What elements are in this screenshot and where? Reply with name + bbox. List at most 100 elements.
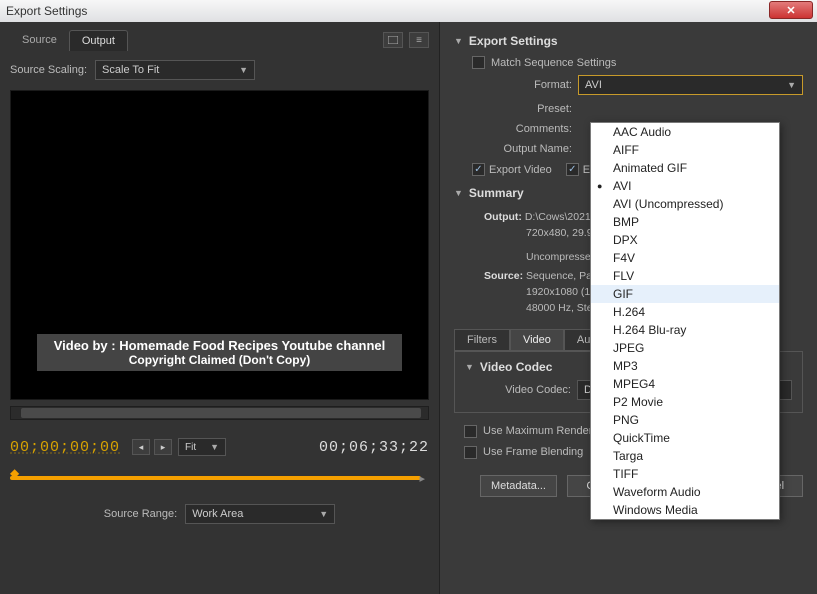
summary-output-path: D:\Cows\2021	[525, 211, 591, 223]
format-option[interactable]: P2 Movie	[591, 393, 779, 411]
format-option[interactable]: MPEG4	[591, 375, 779, 393]
format-option-label: AIFF	[613, 143, 639, 157]
format-option-label: AVI (Uncompressed)	[613, 197, 723, 211]
video-preview: Video by : Homemade Food Recipes Youtube…	[10, 90, 429, 400]
format-option[interactable]: AVI (Uncompressed)	[591, 195, 779, 213]
format-option-label: DPX	[613, 233, 638, 247]
max-render-checkbox[interactable]	[464, 425, 477, 438]
tab-source[interactable]: Source	[10, 30, 69, 50]
format-option-label: Targa	[613, 449, 643, 463]
format-dropdown-list[interactable]: AAC Audio AIFF Animated GIF ● AVI AVI (Uncomp…	[590, 122, 780, 520]
format-option-label: JPEG	[613, 341, 644, 355]
overlay-line1: Video by : Homemade Food Recipes Youtube…	[45, 338, 394, 353]
aspect-icon[interactable]	[383, 32, 403, 48]
timeline-end-marker[interactable]: ▸	[419, 472, 425, 485]
export-settings-header: Export Settings	[469, 34, 558, 48]
comments-label: Comments:	[472, 123, 572, 135]
step-back-button[interactable]: ◂	[132, 439, 150, 455]
chevron-down-icon: ▼	[319, 509, 328, 519]
timeline[interactable]: ◆ ▸	[10, 466, 429, 490]
source-range-value: Work Area	[192, 508, 243, 520]
close-button[interactable]: ✕	[769, 1, 813, 19]
format-label: Format:	[472, 79, 572, 91]
selected-bullet-icon: ●	[597, 181, 602, 191]
format-option[interactable]: JPEG	[591, 339, 779, 357]
current-timecode[interactable]: 00;00;00;00	[10, 439, 120, 456]
video-codec-label: Video Codec:	[471, 384, 571, 396]
format-option-label: GIF	[613, 287, 633, 301]
zoom-fit-dropdown[interactable]: Fit ▼	[178, 438, 226, 456]
frame-blending-label: Use Frame Blending	[483, 446, 583, 458]
export-video-label: Export Video	[489, 164, 552, 176]
window-title: Export Settings	[6, 4, 87, 18]
format-option-label: Animated GIF	[613, 161, 687, 175]
titlebar: Export Settings ✕	[0, 0, 817, 22]
match-sequence-checkbox[interactable]	[472, 56, 485, 69]
format-option[interactable]: GIF	[591, 285, 779, 303]
export-audio-checkbox[interactable]	[566, 163, 579, 176]
zoom-fit-value: Fit	[185, 442, 196, 453]
format-option[interactable]: QuickTime	[591, 429, 779, 447]
tab-output[interactable]: Output	[69, 30, 128, 51]
disclosure-icon[interactable]: ▼	[465, 362, 474, 372]
format-option-label: MPEG4	[613, 377, 655, 391]
format-option[interactable]: BMP	[591, 213, 779, 231]
format-option[interactable]: Animated GIF	[591, 159, 779, 177]
format-option[interactable]: H.264	[591, 303, 779, 321]
tab-filters[interactable]: Filters	[454, 329, 510, 351]
format-option[interactable]: MP3	[591, 357, 779, 375]
format-option[interactable]: DPX	[591, 231, 779, 249]
format-option[interactable]: AAC Audio	[591, 123, 779, 141]
format-option-label: QuickTime	[613, 431, 670, 445]
source-scaling-value: Scale To Fit	[102, 64, 159, 76]
format-option[interactable]: TIFF	[591, 465, 779, 483]
export-video-checkbox[interactable]	[472, 163, 485, 176]
format-option[interactable]: Targa	[591, 447, 779, 465]
frame-blending-checkbox[interactable]	[464, 446, 477, 459]
format-option-label: F4V	[613, 251, 635, 265]
source-scaling-dropdown[interactable]: Scale To Fit ▼	[95, 60, 255, 80]
metadata-button[interactable]: Metadata...	[480, 475, 557, 497]
overlay-line2: Copyright Claimed (Don't Copy)	[45, 353, 394, 367]
format-option-label: FLV	[613, 269, 634, 283]
video-codec-header: Video Codec	[480, 360, 552, 374]
format-option-label: BMP	[613, 215, 639, 229]
format-value: AVI	[585, 79, 602, 91]
format-option-label: AVI	[613, 179, 631, 193]
disclosure-icon[interactable]: ▼	[454, 188, 463, 198]
tab-video[interactable]: Video	[510, 329, 564, 351]
format-option-label: AAC Audio	[613, 125, 671, 139]
format-option-label: H.264	[613, 305, 645, 319]
format-option-label: Waveform Audio	[613, 485, 701, 499]
format-option[interactable]: F4V	[591, 249, 779, 267]
format-option-label: MP3	[613, 359, 638, 373]
source-scaling-label: Source Scaling:	[10, 64, 87, 76]
output-name-label: Output Name:	[472, 143, 572, 155]
format-option[interactable]: Waveform Audio	[591, 483, 779, 501]
chevron-down-icon: ▼	[787, 80, 796, 90]
format-option[interactable]: Windows Media	[591, 501, 779, 519]
format-dropdown[interactable]: AVI ▼	[578, 75, 803, 95]
chevron-down-icon: ▼	[239, 65, 248, 75]
format-option[interactable]: AIFF	[591, 141, 779, 159]
preview-scrollbar[interactable]	[10, 406, 429, 420]
source-range-label: Source Range:	[104, 508, 177, 520]
format-option[interactable]: H.264 Blu-ray	[591, 321, 779, 339]
format-option-label: Windows Media	[613, 503, 698, 517]
preset-label: Preset:	[472, 103, 572, 115]
summary-source-label: Source:	[484, 270, 523, 282]
left-pane: Source Output ≡ Source Scaling: Scale To…	[0, 22, 440, 594]
format-option[interactable]: ● AVI	[591, 177, 779, 195]
step-fwd-button[interactable]: ▸	[154, 439, 172, 455]
disclosure-icon[interactable]: ▼	[454, 36, 463, 46]
format-option[interactable]: PNG	[591, 411, 779, 429]
match-sequence-label: Match Sequence Settings	[491, 57, 616, 69]
timeline-bar[interactable]	[10, 476, 421, 480]
format-option-label: TIFF	[613, 467, 638, 481]
panel-menu-icon[interactable]: ≡	[409, 32, 429, 48]
source-range-dropdown[interactable]: Work Area ▼	[185, 504, 335, 524]
format-option[interactable]: FLV	[591, 267, 779, 285]
format-option-label: H.264 Blu-ray	[613, 323, 686, 337]
format-option-label: P2 Movie	[613, 395, 663, 409]
preview-overlay-text: Video by : Homemade Food Recipes Youtube…	[37, 334, 402, 371]
